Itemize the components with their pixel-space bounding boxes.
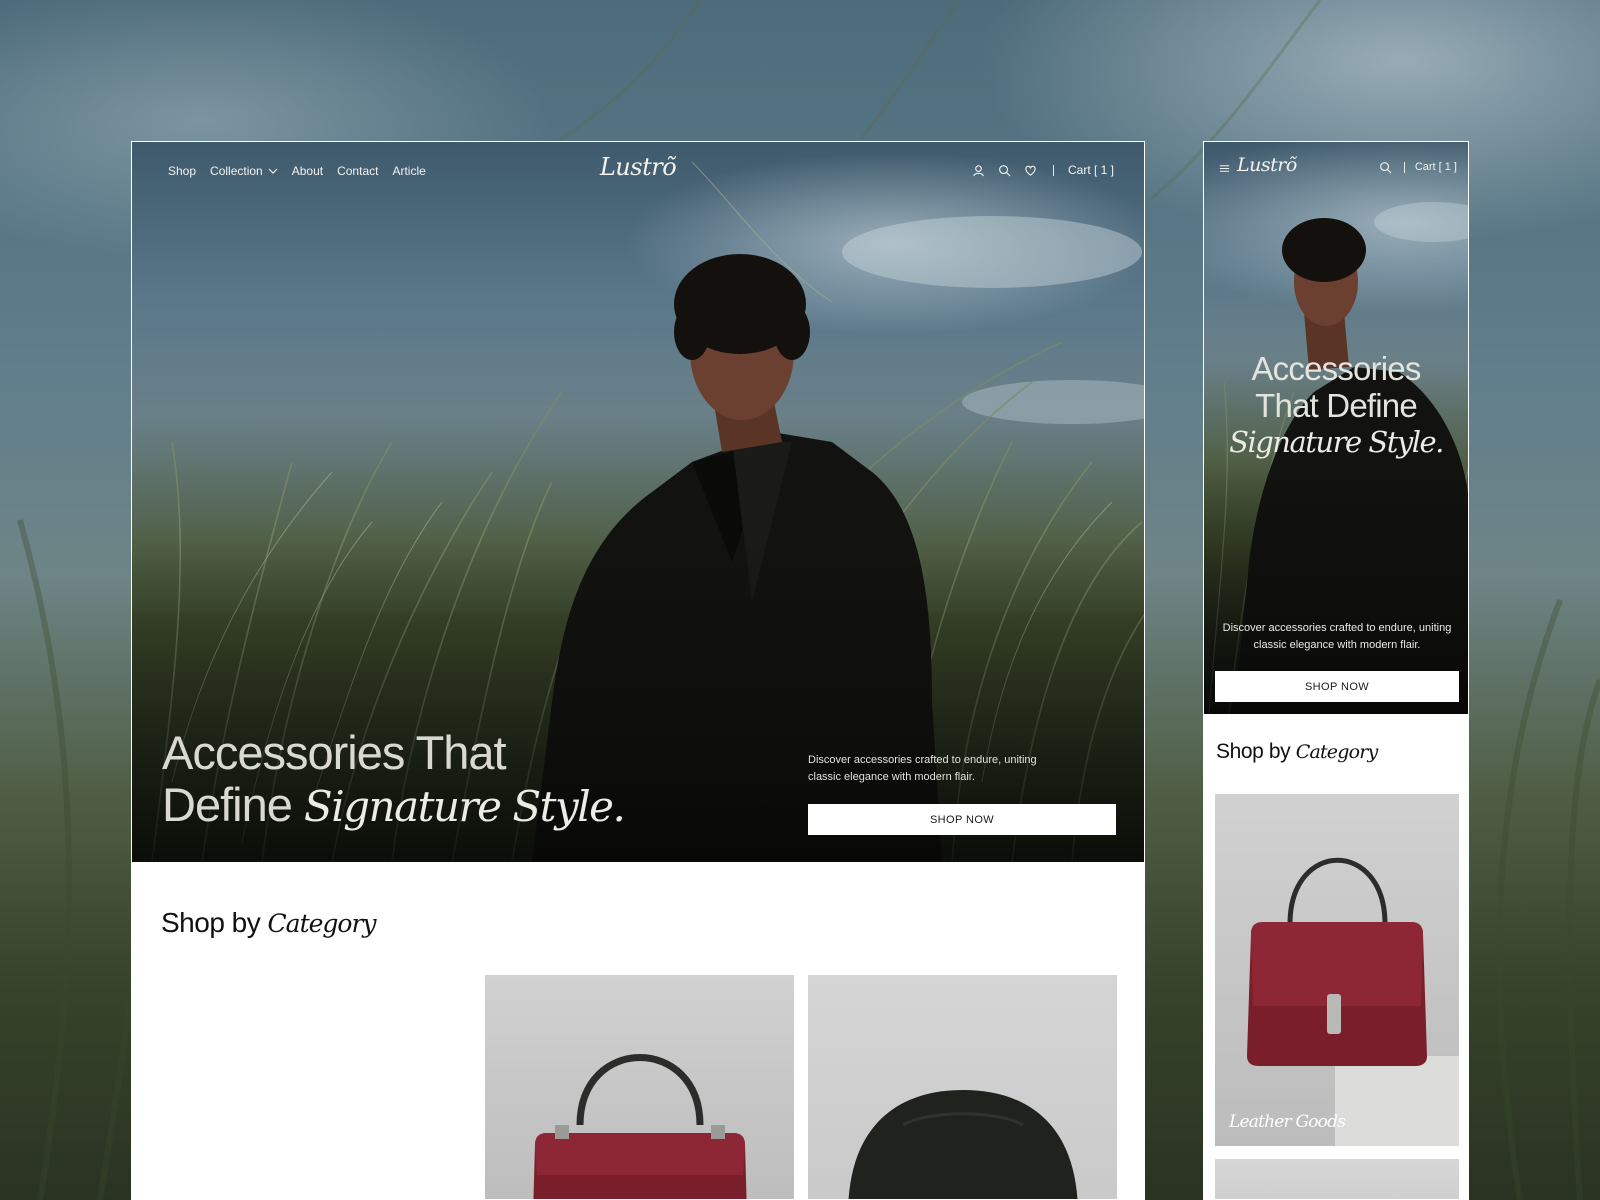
mobile-mockup: Lustrõ Cart [ 1 ] Accessories That Defin… <box>1203 141 1469 1200</box>
mobile-navbar: Lustrõ Cart [ 1 ] <box>1204 142 1468 192</box>
search-icon[interactable] <box>997 162 1013 178</box>
desktop-mockup: Shop Collection About Contact Article Lu… <box>131 141 1145 1200</box>
hat-image <box>848 1090 1078 1199</box>
mobile-headline-line2: That Define <box>1255 387 1418 424</box>
category-title-italic: Category <box>267 909 377 938</box>
mobile-cart-link[interactable]: Cart [ 1 ] <box>1415 161 1457 173</box>
mobile-category-title-italic: Category <box>1295 741 1379 763</box>
user-icon[interactable] <box>971 162 987 178</box>
mobile-category-title-plain: Shop by <box>1216 740 1296 763</box>
category-card-next[interactable] <box>1215 1159 1459 1199</box>
mobile-nav-divider <box>1403 161 1405 173</box>
mobile-headline-line3: Signature Style. <box>1229 425 1444 459</box>
mobile-hero-description: Discover accessories crafted to endure, … <box>1222 622 1452 651</box>
category-card-hat[interactable] <box>808 975 1117 1199</box>
desktop-navbar: Shop Collection About Contact Article Lu… <box>132 142 1144 198</box>
category-card-leather-goods[interactable]: Leather Goods <box>1215 794 1459 1146</box>
mobile-shop-now-button[interactable]: SHOP NOW <box>1215 671 1459 702</box>
card-label: Leather Goods <box>1229 1112 1346 1132</box>
hamburger-menu-icon[interactable] <box>1216 160 1232 176</box>
nav-divider <box>1052 164 1054 176</box>
mobile-hero-headline: Accessories That Define Signature Style. <box>1204 350 1468 461</box>
cart-link[interactable]: Cart [ 1 ] <box>1068 163 1114 177</box>
heart-icon[interactable] <box>1023 162 1039 178</box>
mobile-headline-line1: Accessories <box>1251 350 1421 387</box>
hero-headline-plain: Define <box>162 778 304 831</box>
category-card-bag[interactable] <box>485 975 794 1199</box>
hero-headline-line1: Accessories That <box>162 726 507 779</box>
hero-description: Discover accessories crafted to endure, … <box>808 754 1037 783</box>
shop-now-button[interactable]: SHOP NOW <box>808 804 1116 835</box>
mobile-nav-actions: Cart [ 1 ] <box>1378 159 1457 175</box>
search-icon[interactable] <box>1378 159 1394 175</box>
hero-headline-italic: Signature Style. <box>303 782 626 831</box>
nav-actions: Cart [ 1 ] <box>971 162 1114 178</box>
category-title-plain: Shop by <box>161 907 268 938</box>
mobile-brand-logo[interactable]: Lustrõ <box>1237 154 1297 176</box>
handbag-image <box>1247 857 1459 1146</box>
mobile-category-title: Shop by Category <box>1216 740 1379 764</box>
handbag-image <box>533 1054 747 1199</box>
category-section-title: Shop by Category <box>161 907 377 939</box>
hero-headline: Accessories That Define Signature Style. <box>162 726 626 833</box>
hero-headline-line2: Define Signature Style. <box>162 778 626 833</box>
